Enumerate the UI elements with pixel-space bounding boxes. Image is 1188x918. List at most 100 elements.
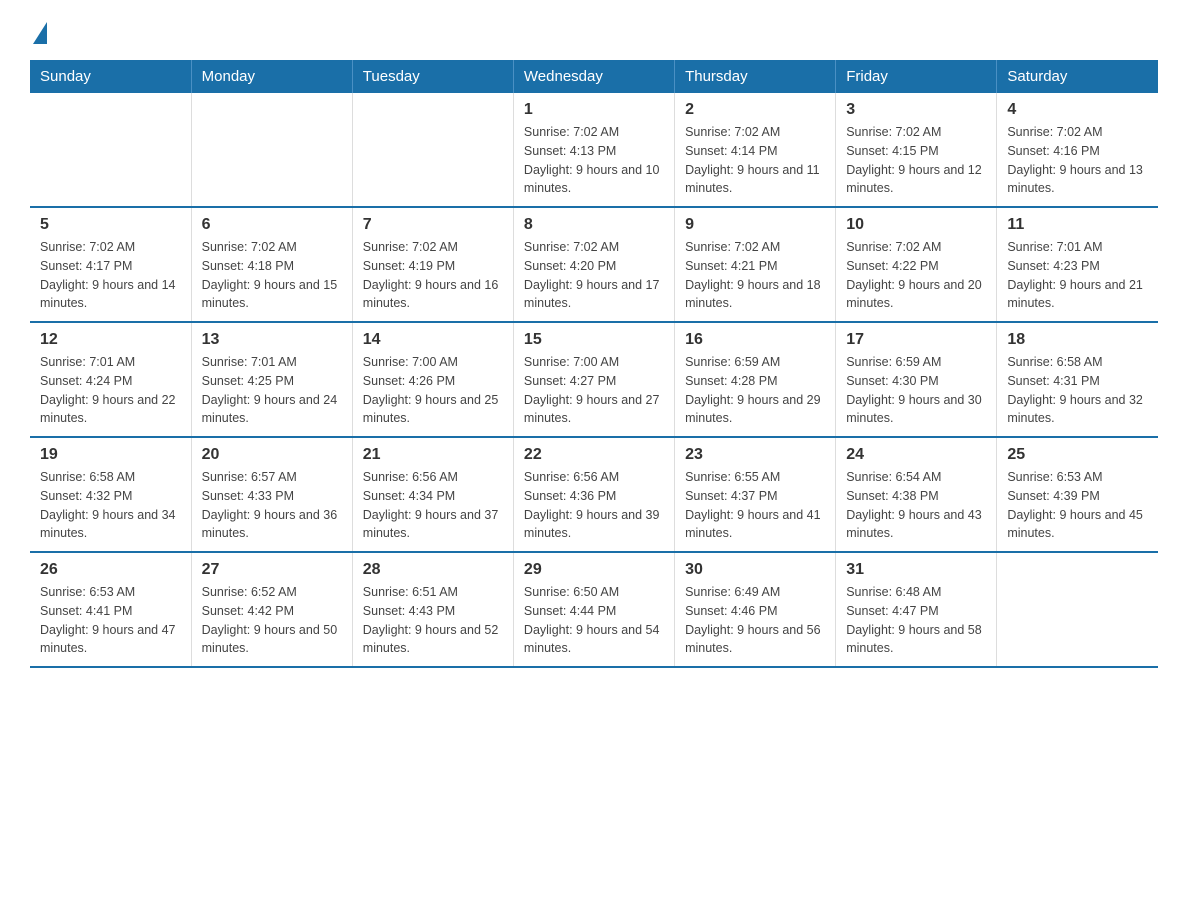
day-info: Sunrise: 6:56 AM Sunset: 4:36 PM Dayligh… — [524, 468, 664, 543]
calendar-cell: 20Sunrise: 6:57 AM Sunset: 4:33 PM Dayli… — [191, 437, 352, 552]
day-number: 12 — [40, 331, 181, 349]
day-info: Sunrise: 6:48 AM Sunset: 4:47 PM Dayligh… — [846, 583, 986, 658]
day-number: 2 — [685, 101, 825, 119]
day-number: 25 — [1007, 446, 1148, 464]
day-info: Sunrise: 6:49 AM Sunset: 4:46 PM Dayligh… — [685, 583, 825, 658]
calendar-cell: 4 Sunrise: 7:02 AM Sunset: 4:16 PM Daylig… — [997, 93, 1158, 207]
day-number: 18 — [1007, 331, 1148, 349]
calendar-cell: 2 Sunrise: 7:02 AM Sunset: 4:14 PM Daylig… — [675, 93, 836, 207]
day-info: Sunrise: 7:02 AM Sunset: 4:16 PM Dayligh… — [1007, 123, 1148, 198]
day-number: 28 — [363, 561, 503, 579]
day-number: 10 — [846, 216, 986, 234]
day-number: 21 — [363, 446, 503, 464]
calendar-cell: 10 Sunrise: 7:02 AM Sunset: 4:22 PM Dayli… — [836, 207, 997, 322]
day-number: 13 — [202, 331, 342, 349]
day-number: 9 — [685, 216, 825, 234]
header-tuesday: Tuesday — [352, 60, 513, 93]
day-info: Sunrise: 7:01 AM Sunset: 4:24 PM Dayligh… — [40, 353, 181, 428]
calendar-cell: 7 Sunrise: 7:02 AM Sunset: 4:19 PM Daylig… — [352, 207, 513, 322]
calendar-cell: 17 Sunrise: 6:59 AM Sunset: 4:30 PM Dayli… — [836, 322, 997, 437]
day-number: 17 — [846, 331, 986, 349]
header-saturday: Saturday — [997, 60, 1158, 93]
day-info: Sunrise: 7:02 AM Sunset: 4:20 PM Dayligh… — [524, 238, 664, 313]
week-row-3: 12 Sunrise: 7:01 AM Sunset: 4:24 PM Dayli… — [30, 322, 1158, 437]
calendar-cell: 29 Sunrise: 6:50 AM Sunset: 4:44 PM Dayli… — [513, 552, 674, 667]
day-info: Sunrise: 6:53 AM Sunset: 4:41 PM Dayligh… — [40, 583, 181, 658]
calendar-cell: 13 Sunrise: 7:01 AM Sunset: 4:25 PM Dayli… — [191, 322, 352, 437]
day-info: Sunrise: 7:02 AM Sunset: 4:18 PM Dayligh… — [202, 238, 342, 313]
calendar-cell: 23 Sunrise: 6:55 AM Sunset: 4:37 PM Dayli… — [675, 437, 836, 552]
day-number: 23 — [685, 446, 825, 464]
day-info: Sunrise: 7:02 AM Sunset: 4:15 PM Dayligh… — [846, 123, 986, 198]
day-number: 27 — [202, 561, 342, 579]
day-info: Sunrise: 7:02 AM Sunset: 4:19 PM Dayligh… — [363, 238, 503, 313]
day-info: Sunrise: 6:54 AM Sunset: 4:38 PM Dayligh… — [846, 468, 986, 543]
calendar-cell — [352, 93, 513, 207]
day-number: 6 — [202, 216, 342, 234]
calendar-cell: 15 Sunrise: 7:00 AM Sunset: 4:27 PM Dayli… — [513, 322, 674, 437]
day-info: Sunrise: 7:00 AM Sunset: 4:26 PM Dayligh… — [363, 353, 503, 428]
day-info: Sunrise: 7:02 AM Sunset: 4:22 PM Dayligh… — [846, 238, 986, 313]
week-row-2: 5 Sunrise: 7:02 AM Sunset: 4:17 PM Daylig… — [30, 207, 1158, 322]
logo — [30, 20, 47, 40]
day-info: Sunrise: 7:00 AM Sunset: 4:27 PM Dayligh… — [524, 353, 664, 428]
calendar-cell: 28 Sunrise: 6:51 AM Sunset: 4:43 PM Dayli… — [352, 552, 513, 667]
calendar-cell: 3Sunrise: 7:02 AM Sunset: 4:15 PM Daylig… — [836, 93, 997, 207]
calendar-cell: 21 Sunrise: 6:56 AM Sunset: 4:34 PM Dayli… — [352, 437, 513, 552]
day-number: 29 — [524, 561, 664, 579]
calendar-cell — [997, 552, 1158, 667]
week-row-4: 19 Sunrise: 6:58 AM Sunset: 4:32 PM Dayli… — [30, 437, 1158, 552]
day-info: Sunrise: 6:57 AM Sunset: 4:33 PM Dayligh… — [202, 468, 342, 543]
header-friday: Friday — [836, 60, 997, 93]
calendar-cell: 26 Sunrise: 6:53 AM Sunset: 4:41 PM Dayli… — [30, 552, 191, 667]
page-header — [30, 20, 1158, 40]
calendar-cell: 22 Sunrise: 6:56 AM Sunset: 4:36 PM Dayli… — [513, 437, 674, 552]
day-info: Sunrise: 7:01 AM Sunset: 4:25 PM Dayligh… — [202, 353, 342, 428]
calendar-cell: 19 Sunrise: 6:58 AM Sunset: 4:32 PM Dayli… — [30, 437, 191, 552]
day-number: 30 — [685, 561, 825, 579]
week-row-1: 1 Sunrise: 7:02 AM Sunset: 4:13 PM Daylig… — [30, 93, 1158, 207]
day-number: 7 — [363, 216, 503, 234]
day-number: 5 — [40, 216, 181, 234]
calendar-cell — [191, 93, 352, 207]
calendar-header-row: SundayMondayTuesdayWednesdayThursdayFrid… — [30, 60, 1158, 93]
calendar-cell: 9Sunrise: 7:02 AM Sunset: 4:21 PM Daylig… — [675, 207, 836, 322]
day-info: Sunrise: 6:53 AM Sunset: 4:39 PM Dayligh… — [1007, 468, 1148, 543]
day-info: Sunrise: 7:02 AM Sunset: 4:14 PM Dayligh… — [685, 123, 825, 198]
day-info: Sunrise: 6:59 AM Sunset: 4:28 PM Dayligh… — [685, 353, 825, 428]
calendar-cell: 14 Sunrise: 7:00 AM Sunset: 4:26 PM Dayli… — [352, 322, 513, 437]
calendar-cell: 11 Sunrise: 7:01 AM Sunset: 4:23 PM Dayli… — [997, 207, 1158, 322]
day-info: Sunrise: 7:02 AM Sunset: 4:13 PM Dayligh… — [524, 123, 664, 198]
calendar-cell: 1 Sunrise: 7:02 AM Sunset: 4:13 PM Daylig… — [513, 93, 674, 207]
day-number: 1 — [524, 101, 664, 119]
day-number: 22 — [524, 446, 664, 464]
day-info: Sunrise: 6:55 AM Sunset: 4:37 PM Dayligh… — [685, 468, 825, 543]
day-number: 19 — [40, 446, 181, 464]
day-number: 31 — [846, 561, 986, 579]
calendar-cell: 30 Sunrise: 6:49 AM Sunset: 4:46 PM Dayli… — [675, 552, 836, 667]
calendar-cell: 18Sunrise: 6:58 AM Sunset: 4:31 PM Dayli… — [997, 322, 1158, 437]
day-number: 11 — [1007, 216, 1148, 234]
day-number: 4 — [1007, 101, 1148, 119]
day-number: 14 — [363, 331, 503, 349]
day-number: 24 — [846, 446, 986, 464]
day-info: Sunrise: 6:56 AM Sunset: 4:34 PM Dayligh… — [363, 468, 503, 543]
calendar-cell — [30, 93, 191, 207]
calendar-cell: 5 Sunrise: 7:02 AM Sunset: 4:17 PM Daylig… — [30, 207, 191, 322]
day-number: 8 — [524, 216, 664, 234]
day-info: Sunrise: 6:58 AM Sunset: 4:32 PM Dayligh… — [40, 468, 181, 543]
day-info: Sunrise: 7:01 AM Sunset: 4:23 PM Dayligh… — [1007, 238, 1148, 313]
calendar-cell: 24 Sunrise: 6:54 AM Sunset: 4:38 PM Dayli… — [836, 437, 997, 552]
day-info: Sunrise: 6:59 AM Sunset: 4:30 PM Dayligh… — [846, 353, 986, 428]
day-number: 26 — [40, 561, 181, 579]
day-number: 15 — [524, 331, 664, 349]
day-info: Sunrise: 7:02 AM Sunset: 4:17 PM Dayligh… — [40, 238, 181, 313]
header-wednesday: Wednesday — [513, 60, 674, 93]
week-row-5: 26 Sunrise: 6:53 AM Sunset: 4:41 PM Dayli… — [30, 552, 1158, 667]
header-sunday: Sunday — [30, 60, 191, 93]
day-info: Sunrise: 6:51 AM Sunset: 4:43 PM Dayligh… — [363, 583, 503, 658]
day-info: Sunrise: 6:50 AM Sunset: 4:44 PM Dayligh… — [524, 583, 664, 658]
calendar-cell: 6 Sunrise: 7:02 AM Sunset: 4:18 PM Daylig… — [191, 207, 352, 322]
calendar-cell: 12 Sunrise: 7:01 AM Sunset: 4:24 PM Dayli… — [30, 322, 191, 437]
calendar-cell: 31 Sunrise: 6:48 AM Sunset: 4:47 PM Dayli… — [836, 552, 997, 667]
